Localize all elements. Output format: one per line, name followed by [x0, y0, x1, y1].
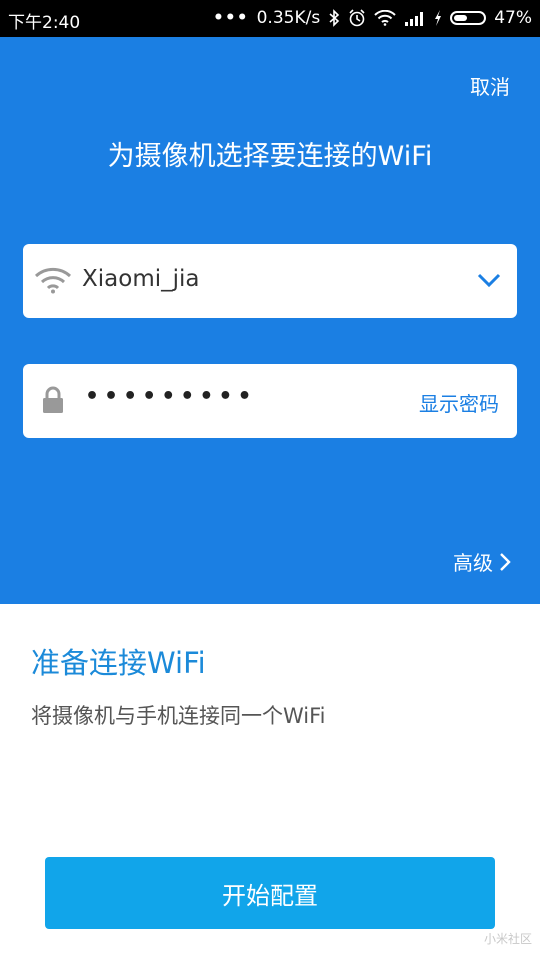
advanced-button[interactable]: 高级 [453, 547, 511, 576]
network-speed: 0.35K/s [256, 8, 321, 28]
wifi-setup-header: 取消 为摄像机选择要连接的WiFi Xiaomi_jia ••••••••• 显… [0, 37, 540, 604]
battery-level-fill [454, 15, 468, 21]
bluetooth-icon [329, 9, 340, 27]
notification-dots-icon: ••• [213, 8, 249, 28]
start-config-button[interactable]: 开始配置 [45, 857, 495, 929]
chevron-down-icon[interactable] [477, 272, 501, 288]
chevron-right-icon [500, 552, 511, 571]
status-time: 下午2:40 [8, 13, 81, 33]
prepare-description: 将摄像机与手机连接同一个WiFi [31, 704, 326, 728]
wifi-select[interactable]: Xiaomi_jia [23, 244, 517, 318]
charging-icon [435, 10, 442, 26]
cancel-button[interactable]: 取消 [470, 71, 510, 100]
battery-icon [450, 11, 487, 25]
battery-percent: 47% [494, 8, 532, 28]
prepare-title: 准备连接WiFi [31, 646, 206, 680]
wifi-icon [34, 267, 72, 294]
watermark: 小米社区 [483, 932, 532, 946]
password-field[interactable]: ••••••••• 显示密码 [23, 364, 517, 438]
show-password-button[interactable]: 显示密码 [419, 388, 499, 417]
status-bar: 下午2:40 ••• 0.35K/s 47% [0, 0, 540, 37]
alarm-icon [349, 9, 365, 27]
advanced-label: 高级 [453, 551, 493, 575]
wifi-status-icon [374, 10, 396, 26]
wifi-ssid: Xiaomi_jia [82, 266, 200, 292]
password-input[interactable]: ••••••••• [85, 384, 257, 409]
signal-icon [405, 12, 424, 26]
status-icons: ••• 0.35K/s 47% [213, 8, 532, 28]
lock-icon [43, 386, 63, 413]
page-title: 为摄像机选择要连接的WiFi [107, 141, 433, 172]
